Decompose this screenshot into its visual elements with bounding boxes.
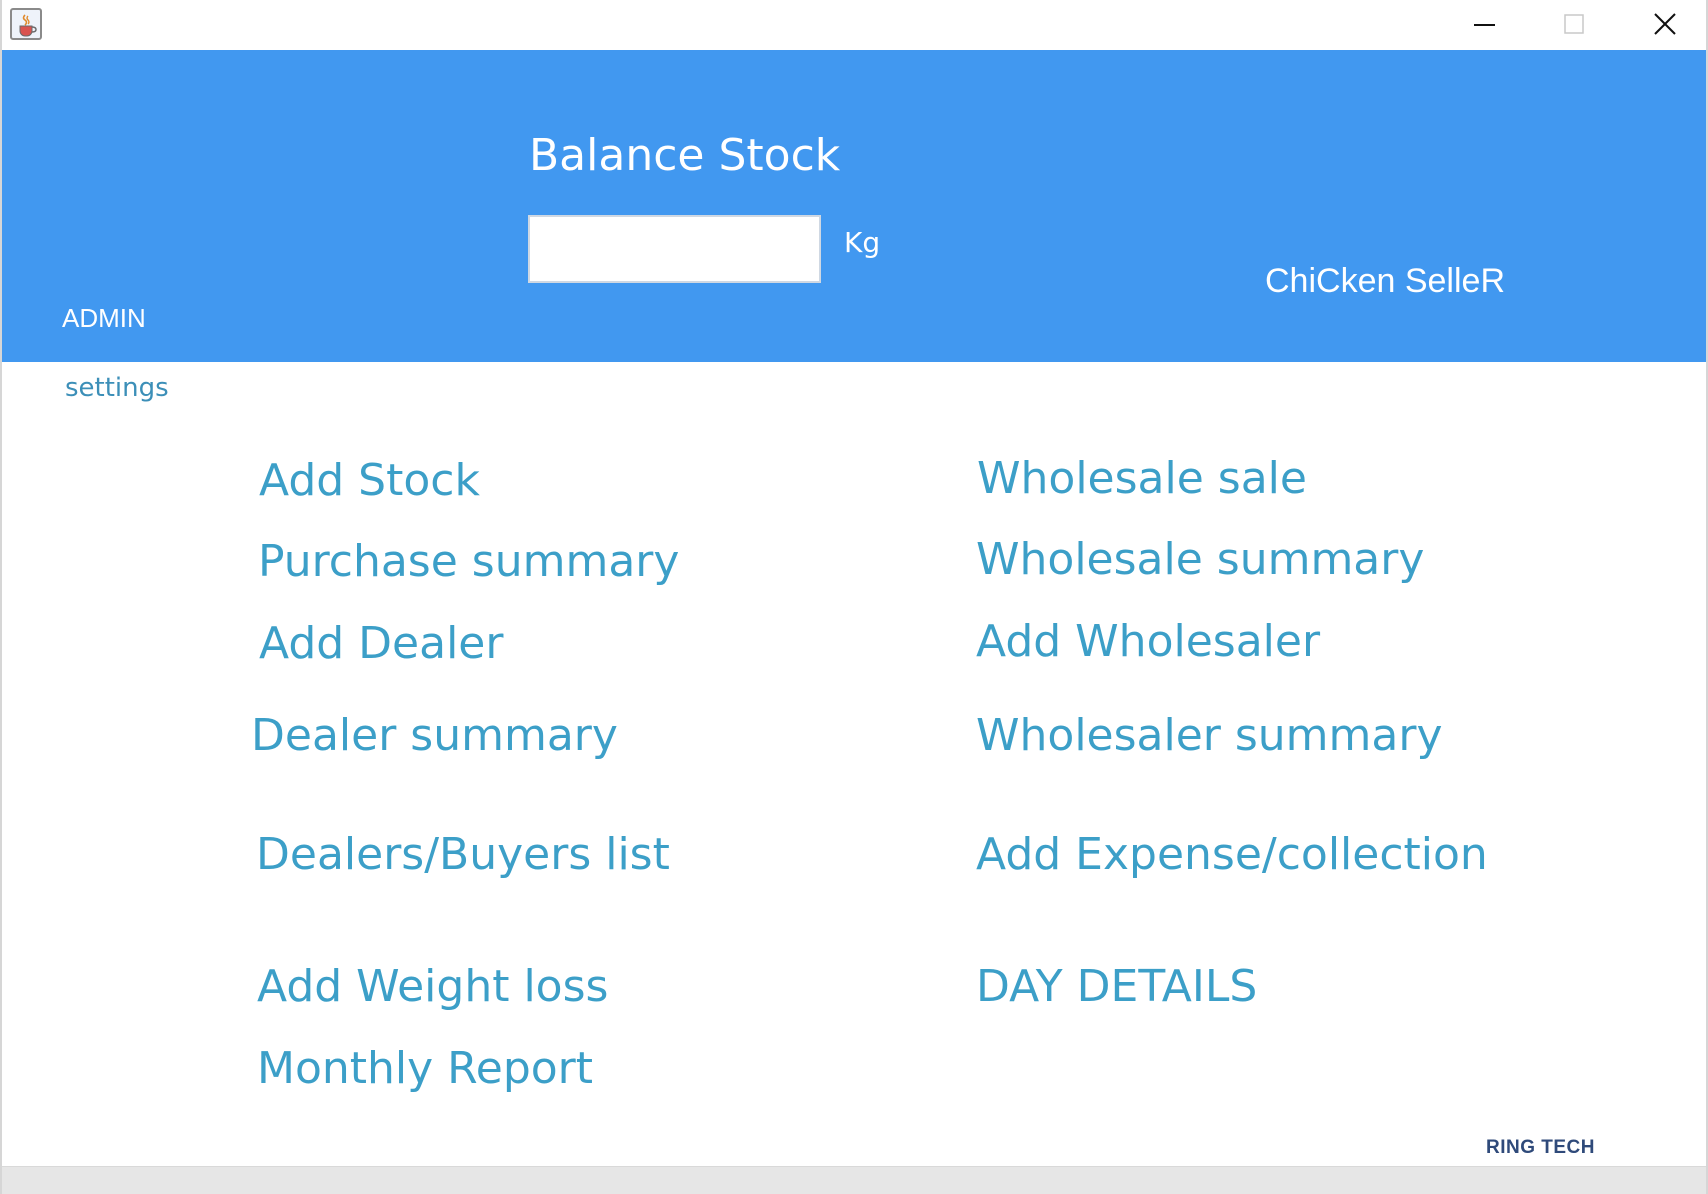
minimize-button[interactable] — [1440, 0, 1530, 50]
monthly-report-link[interactable]: Monthly Report — [257, 1043, 593, 1094]
app-brand-title: ChiCken SelleR — [1265, 262, 1505, 300]
balance-stock-field[interactable] — [528, 215, 821, 283]
add-wholesaler-link[interactable]: Add Wholesaler — [976, 616, 1320, 667]
window-bottom-edge — [2, 1166, 1706, 1194]
wholesale-sale-link[interactable]: Wholesale sale — [977, 453, 1307, 504]
wholesale-summary-link[interactable]: Wholesale summary — [976, 534, 1424, 585]
dealer-summary-link[interactable]: Dealer summary — [251, 710, 618, 761]
maximize-icon — [1564, 14, 1584, 34]
dealers-buyers-list-link[interactable]: Dealers/Buyers list — [256, 829, 670, 880]
footer-brand: RING TECH — [1486, 1137, 1595, 1158]
day-details-link[interactable]: DAY DETAILS — [976, 961, 1257, 1012]
wholesaler-summary-link[interactable]: Wholesaler summary — [976, 710, 1443, 761]
balance-stock-title: Balance Stock — [529, 130, 841, 181]
add-stock-link[interactable]: Add Stock — [259, 455, 480, 506]
settings-link[interactable]: settings — [65, 373, 169, 403]
purchase-summary-link[interactable]: Purchase summary — [258, 536, 679, 587]
java-cup-icon[interactable] — [10, 8, 42, 40]
close-icon — [1654, 13, 1676, 35]
minimize-icon — [1474, 24, 1495, 26]
maximize-button[interactable] — [1530, 0, 1620, 50]
unit-label: Kg — [844, 226, 881, 259]
title-bar — [2, 0, 1706, 50]
user-role-label: ADMIN — [62, 303, 146, 333]
add-expense-collection-link[interactable]: Add Expense/collection — [976, 829, 1488, 880]
add-dealer-link[interactable]: Add Dealer — [259, 618, 503, 669]
add-weight-loss-link[interactable]: Add Weight loss — [257, 961, 608, 1012]
header-banner — [2, 50, 1706, 362]
close-button[interactable] — [1620, 0, 1708, 50]
app-window: Balance Stock Kg ChiCken SelleR ADMIN se… — [0, 0, 1708, 1194]
